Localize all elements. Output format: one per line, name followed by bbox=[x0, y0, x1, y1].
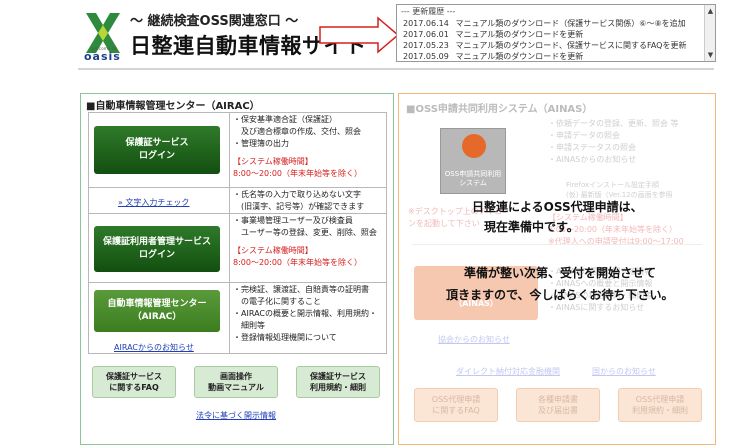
government-notice-link[interactable]: 国からのお知らせ bbox=[592, 366, 656, 377]
desc-line: ・保安基準適合証（保護証） bbox=[233, 115, 337, 124]
news-text: マニュアル類のダウンロードを更新 bbox=[455, 30, 584, 39]
news-date: 2017.06.01 bbox=[403, 30, 449, 39]
hogosho-terms-button[interactable]: 保護証サービス 利用規約・細則 bbox=[296, 366, 380, 398]
association-notice-link[interactable]: 協会からのお知らせ bbox=[438, 334, 510, 345]
button-line: 自動車情報管理センター bbox=[107, 299, 207, 309]
news-text: マニュアル類のダウンロードを更新 bbox=[455, 52, 584, 61]
news-text: マニュアル類のダウンロード（保護サービス関係）⑥～⑧を追加 bbox=[455, 19, 686, 28]
oss-app-label: OSS申請共同利用システム bbox=[444, 170, 502, 187]
desc-line: ・氏名等の入力で取り込めない文字 bbox=[233, 190, 361, 199]
application-forms-button[interactable]: 各種申請書 及び届出書 bbox=[516, 388, 600, 422]
airac-center-description: ・完検証、譲渡証、自賠責等の証明書 の電子化に関すること ・AIRACの概要と開… bbox=[233, 284, 377, 344]
button-line: （AIRAC） bbox=[132, 312, 182, 322]
button-line: 保護証サービス bbox=[106, 372, 162, 381]
button-line: 利用規約・細則 bbox=[310, 383, 366, 392]
desc-line: ・登録情報処理機関について bbox=[233, 333, 337, 342]
desc-line: ・管理簿の出力 bbox=[233, 139, 289, 148]
desc-line: ・AIRACの概要と開示情報、利用規約・ bbox=[233, 309, 377, 318]
firefox-setup-note: Firefoxインストール設定手順 (仮) 最新版（Ver.12の画面を参照 bbox=[566, 180, 673, 200]
desc-line: ・AINASに関するお知らせ bbox=[548, 303, 645, 312]
hours-text: 8:00～20:00（年末年始等を除く） bbox=[233, 169, 363, 178]
user-management-description: ・事業場管理ユーザー及び検査員 ユーザー等の登録、変更、削除、照会 【システム稼… bbox=[233, 215, 377, 269]
news-item: 2017.05.09 マニュアル類のダウンロードを更新 bbox=[403, 51, 584, 61]
desc-line: 及び適合標章の作成、交付、照会 bbox=[233, 127, 361, 136]
news-item: 2017.06.01 マニュアル類のダウンロードを更新 bbox=[403, 29, 583, 40]
button-line: 保護証サービス bbox=[125, 138, 189, 148]
desc-line: 細則等 bbox=[233, 321, 265, 330]
news-scrollbar[interactable]: ▲ ▼ bbox=[704, 5, 715, 61]
button-line: 画面操作 bbox=[220, 372, 252, 381]
update-history-box[interactable]: --- 更新履歴 --- 2017.06.14 マニュアル類のダウンロード（保護… bbox=[396, 4, 716, 62]
desc-line: ・申請データの照会 bbox=[548, 131, 620, 140]
direct-payment-banks-link[interactable]: ダイレクト納付対応金融機関 bbox=[456, 366, 560, 377]
hours-note: ※代理人への申請受付は9:00～17:00 bbox=[548, 237, 684, 246]
ainas-heading: ■OSS申請共同利用システム（AINAS） bbox=[406, 104, 593, 115]
hogosho-faq-button[interactable]: 保護証サービス に関するFAQ bbox=[92, 366, 176, 398]
news-date: 2017.05.23 bbox=[403, 41, 449, 50]
wait-message-line: 頂きますので、今しばらくお待ち下さい。 bbox=[446, 288, 674, 302]
button-line: 保護証サービス bbox=[310, 372, 366, 381]
wait-message-line: 準備が整い次第、受付を開始させて bbox=[464, 266, 657, 280]
logo-wordmark: oasis bbox=[84, 50, 121, 63]
ainas-divider bbox=[412, 244, 702, 245]
disclosure-link[interactable]: 法令に基づく開示情報 bbox=[196, 410, 276, 421]
hogosho-service-description: ・保安基準適合証（保護証） 及び適合標章の作成、交付、照会 ・管理簿の出力 【シ… bbox=[233, 114, 362, 180]
desc-line: ・事業場管理ユーザー及び検査員 bbox=[233, 216, 353, 225]
preparing-message-line: 日整連によるOSS代理申請は、 bbox=[472, 200, 643, 214]
button-line: OSS代理申請 bbox=[431, 395, 481, 404]
airac-heading: ■自動車情報管理センター（AIRAC） bbox=[86, 101, 260, 112]
button-line: 保護証利用者管理サービス bbox=[102, 237, 211, 247]
firefox-icon bbox=[462, 134, 486, 158]
airac-notice-link[interactable]: AIRACからのお知らせ bbox=[114, 342, 194, 353]
preparing-message-line: 現在準備中です。 bbox=[484, 220, 579, 234]
oss-faq-button[interactable]: OSS代理申請 に関するFAQ bbox=[414, 388, 498, 422]
desc-line: ・AINASからのお知らせ bbox=[548, 155, 637, 164]
news-text: マニュアル類のダウンロード、保護サービスに関するFAQを更新 bbox=[455, 41, 687, 50]
button-line: 動画マニュアル bbox=[208, 383, 264, 392]
hours-label: 【システム稼働時間】 bbox=[233, 246, 313, 255]
airac-center-button[interactable]: 自動車情報管理センター （AIRAC） bbox=[94, 290, 220, 332]
hogosho-user-management-login-button[interactable]: 保護証利用者管理サービス ログイン bbox=[94, 226, 220, 272]
button-line: ログイン bbox=[138, 250, 175, 260]
desc-line: の電子化に関すること bbox=[233, 297, 321, 306]
hogosho-service-login-button[interactable]: 保護証サービス ログイン bbox=[94, 126, 220, 174]
char-input-check-link[interactable]: » 文字入力チェック bbox=[118, 197, 189, 208]
button-line: 利用規約・細則 bbox=[632, 406, 688, 415]
button-line: に関するFAQ bbox=[432, 406, 480, 415]
ainas-feature-list: ・依頼データの登録、更新、照会 等 ・申請データの照会 ・申請ステータスの照会 … bbox=[548, 118, 679, 166]
news-item: 2017.06.14 マニュアル類のダウンロード（保護サービス関係）⑥～⑧を追加 bbox=[403, 18, 686, 29]
desc-line: (旧漢字、記号等）が確認できます bbox=[233, 202, 365, 211]
scroll-down-icon[interactable]: ▼ bbox=[706, 50, 715, 60]
update-history-header: --- 更新履歴 --- bbox=[401, 7, 456, 16]
char-check-description: ・氏名等の入力で取り込めない文字 (旧漢字、記号等）が確認できます bbox=[233, 189, 364, 213]
red-arrow-icon bbox=[319, 16, 400, 54]
hours-text: 8:00～20:00（年末年始等を除く） bbox=[233, 258, 363, 267]
news-date: 2017.06.14 bbox=[403, 19, 449, 28]
oss-terms-button[interactable]: OSS代理申請 利用規約・細則 bbox=[618, 388, 702, 422]
hours-label: 【システム稼働時間】 bbox=[233, 157, 313, 166]
header-divider bbox=[78, 68, 714, 70]
video-manual-button[interactable]: 画面操作 動画マニュアル bbox=[194, 366, 278, 398]
button-line: 各種申請書 bbox=[538, 395, 578, 404]
button-line: OSS代理申請 bbox=[635, 395, 685, 404]
desc-line: ユーザー等の登録、変更、削除、照会 bbox=[233, 228, 377, 237]
desc-line: ・申請ステータスの照会 bbox=[548, 143, 636, 152]
site-tagline: ～ 継続検査OSS関連窓口 ～ bbox=[130, 14, 299, 29]
desc-line: Firefoxインストール設定手順 bbox=[566, 181, 660, 189]
desc-line: ・依頼データの登録、更新、照会 等 bbox=[548, 119, 679, 128]
button-line: 及び届出書 bbox=[538, 406, 578, 415]
news-date: 2017.05.09 bbox=[403, 52, 449, 61]
desc-line: ・完検証、譲渡証、自賠責等の証明書 bbox=[233, 285, 369, 294]
news-item: 2017.05.23 マニュアル類のダウンロード、保護サービスに関するFAQを更… bbox=[403, 40, 686, 51]
button-line: ログイン bbox=[138, 151, 175, 161]
button-line: に関するFAQ bbox=[109, 383, 159, 392]
scroll-up-icon[interactable]: ▲ bbox=[706, 6, 715, 16]
